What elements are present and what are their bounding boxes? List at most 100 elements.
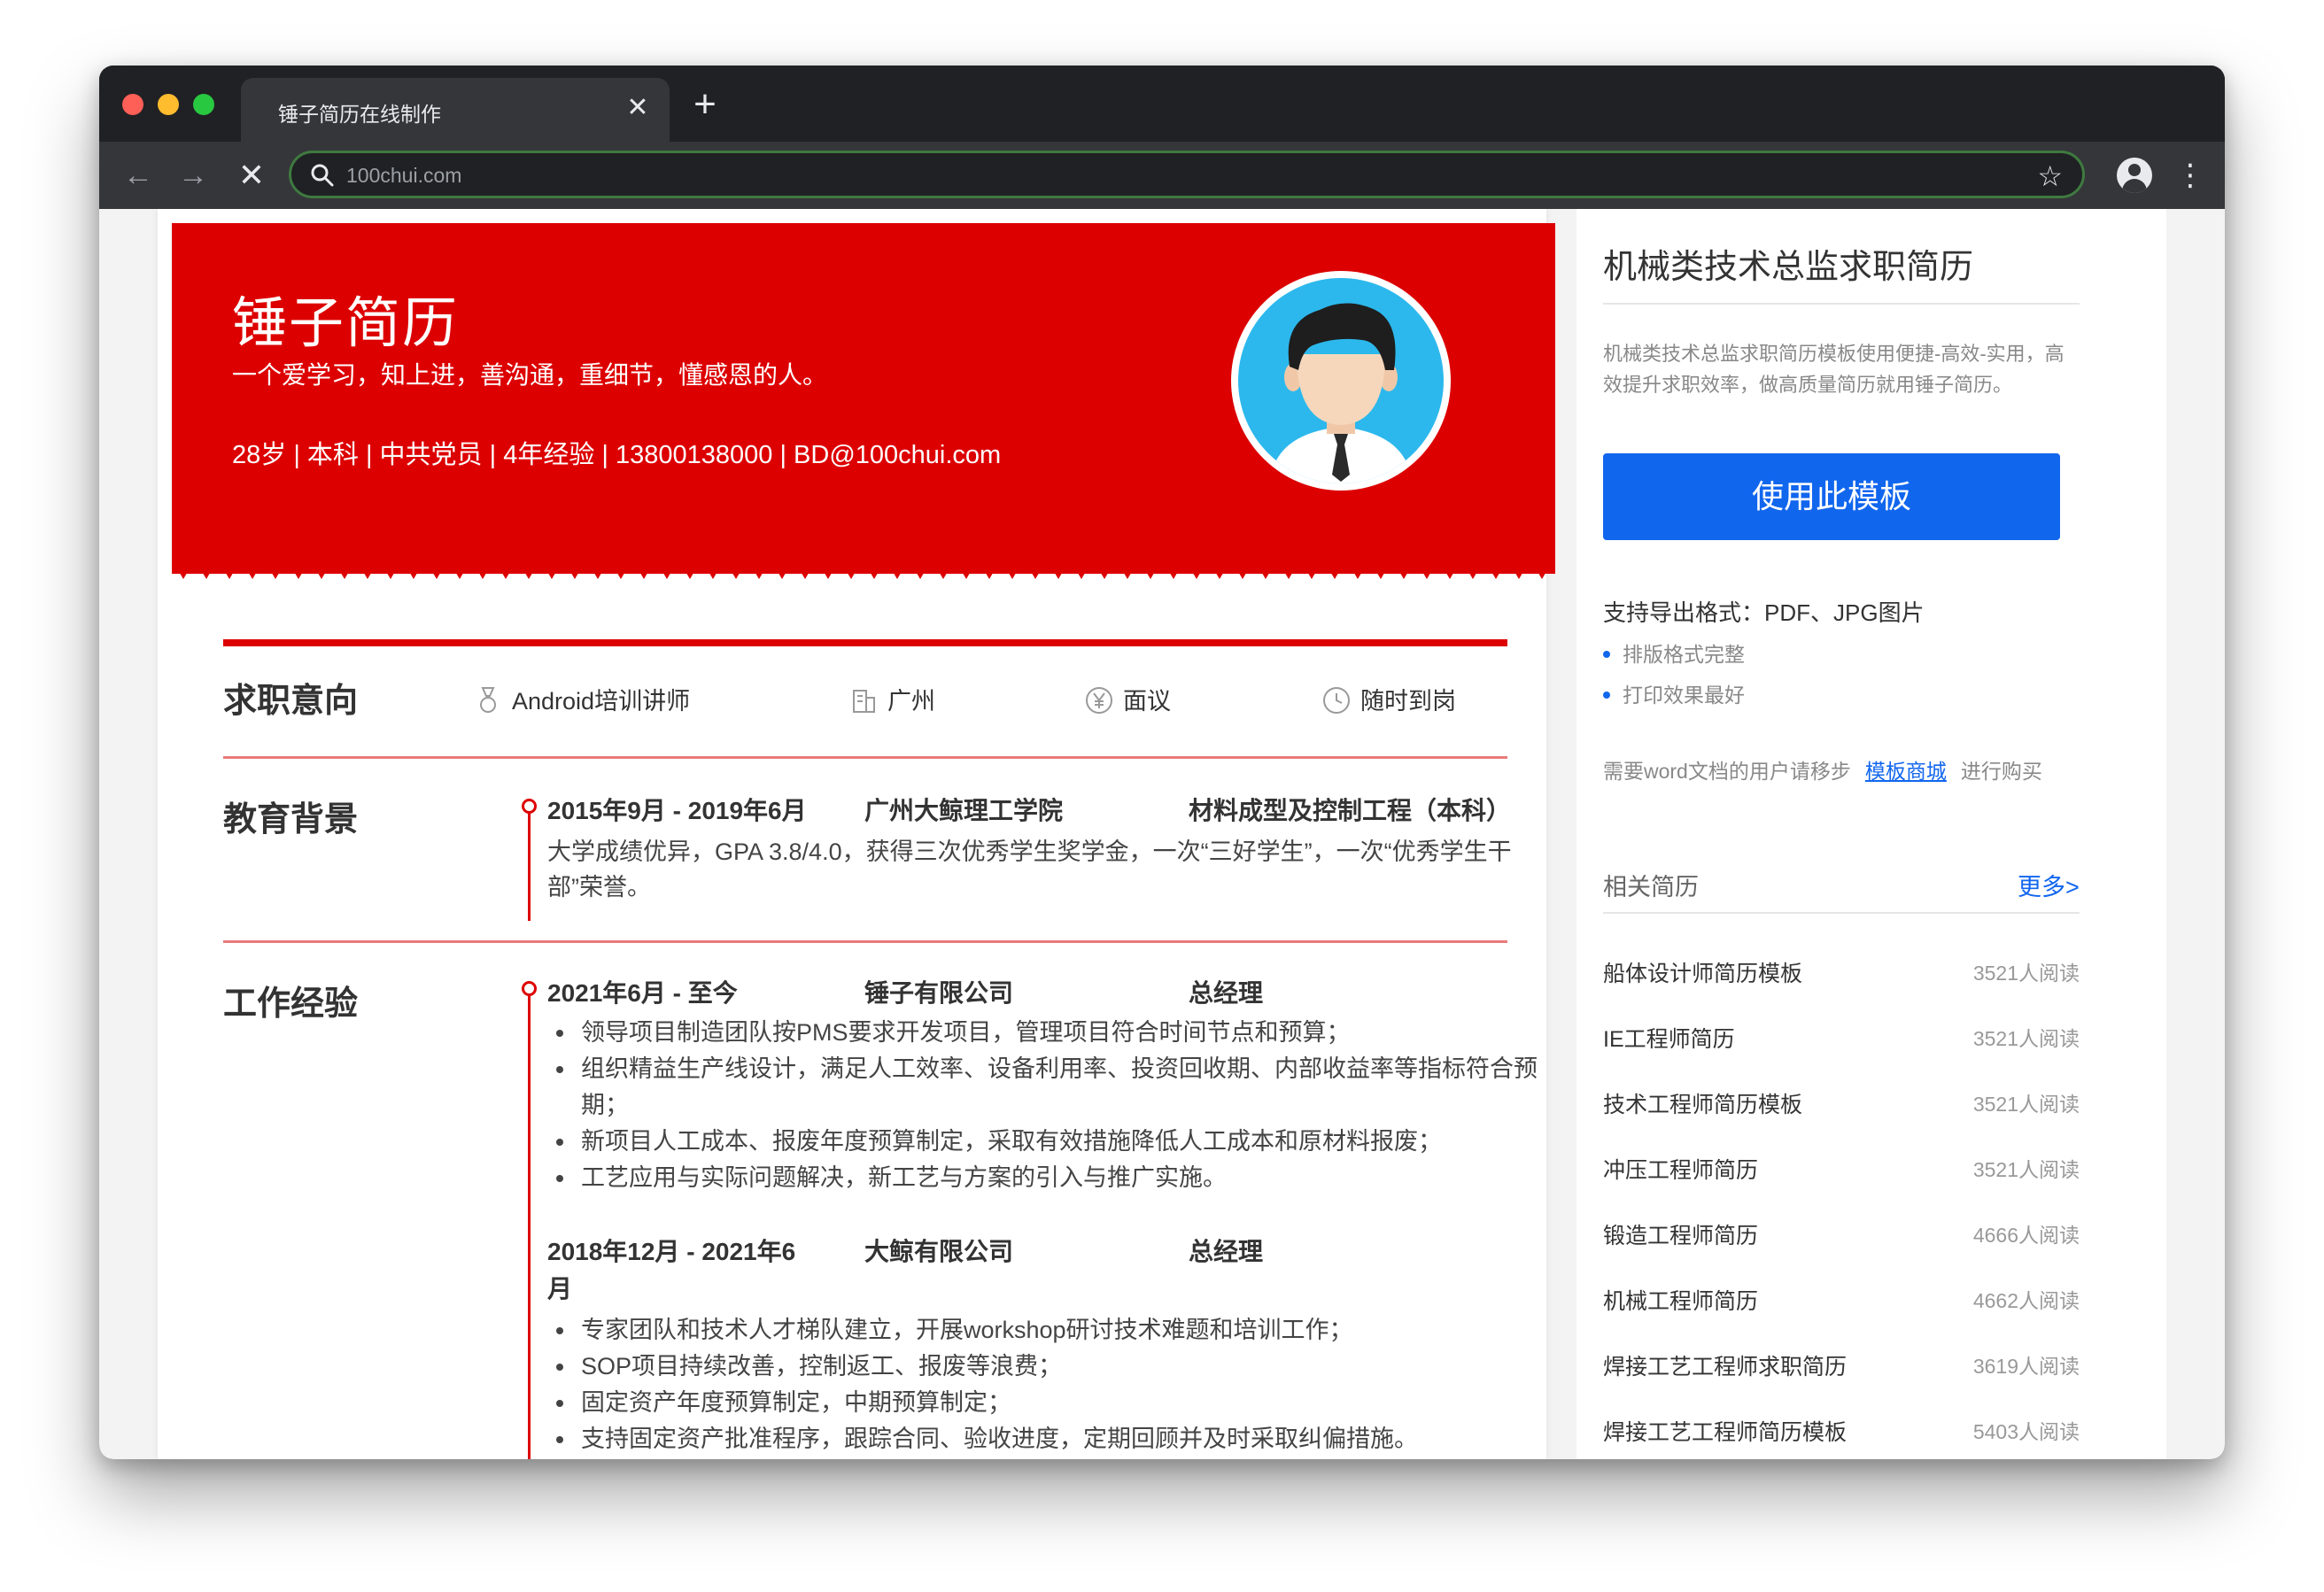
header-zigzag-edge	[172, 560, 1555, 579]
forward-arrow-icon[interactable]: →	[172, 154, 214, 197]
intent-city-text: 广州	[887, 688, 935, 715]
back-arrow-icon[interactable]: ←	[117, 154, 159, 197]
job-1-period: 2021年6月 - 至今	[547, 979, 738, 1007]
read-count: 3619人阅读	[1972, 1355, 2080, 1378]
sidebar-divider	[1603, 912, 2080, 914]
read-count: 5403人阅读	[1972, 1420, 2080, 1443]
profile-avatar-icon[interactable]	[2117, 158, 2152, 193]
template-description: 机械类技术总监求职简历模板使用便捷-高效-实用，高效提升求职效率，做高质量简历就…	[1603, 343, 2064, 396]
tab-title: 锤子简历在线制作	[278, 103, 441, 126]
stop-loading-icon[interactable]: ✕	[230, 154, 273, 197]
related-resume-name[interactable]: 焊接工艺工程师简历模板	[1603, 1415, 1847, 1447]
related-title: 相关简历	[1603, 874, 1699, 900]
intent-position: Android培训讲师	[473, 682, 690, 716]
close-window-button[interactable]	[122, 94, 143, 115]
tab-strip: 锤子简历在线制作 ✕ +	[99, 66, 2225, 142]
intent-salary-text: 面议	[1123, 688, 1171, 715]
address-bar[interactable]: 100chui.com ☆	[289, 151, 2085, 198]
browser-toolbar: ← → ✕ 100chui.com ☆ ⋮	[99, 142, 2225, 209]
resume-name: 锤子简历	[232, 293, 460, 354]
browser-window: 锤子简历在线制作 ✕ + ← → ✕ 100chui.com ☆ ⋮ 锤子简历 …	[99, 66, 2225, 1459]
education-major: 材料成型及控制工程（本科）	[1189, 797, 1512, 824]
list-item: 组织精益生产线设计，满足人工效率、设备利用率、投资回收期、内部收益率等指标符合预…	[547, 1051, 1539, 1124]
job-2-period: 2018年12月 - 2021年6	[547, 1238, 796, 1265]
feature-item: 打印效果最好	[1603, 678, 1745, 708]
timeline-dot	[522, 981, 537, 996]
list-item[interactable]: 机械工程师简历 4662人阅读	[1603, 1284, 2080, 1319]
list-item: 固定资产年度预算制定，中期预算制定；	[547, 1385, 1539, 1421]
tab-close-icon[interactable]: ✕	[622, 92, 654, 124]
maximize-window-button[interactable]	[193, 94, 214, 115]
list-item[interactable]: 船体设计师简历模板 3521人阅读	[1603, 956, 2080, 992]
section-title-intent: 求职意向	[223, 683, 359, 720]
read-count: 3521人阅读	[1972, 1027, 2080, 1050]
url-text: 100chui.com	[346, 164, 462, 187]
timeline-dot	[522, 799, 537, 814]
education-timeline	[528, 804, 531, 921]
job-2-duties: 专家团队和技术人才梯队建立，开展workshop研讨技术难题和培训工作； SOP…	[547, 1312, 1539, 1457]
intent-city: 广州	[848, 682, 935, 716]
related-resume-name[interactable]: 机械工程师简历	[1603, 1284, 1758, 1316]
section-divider	[223, 940, 1507, 943]
job-2-role: 总经理	[1189, 1238, 1264, 1265]
list-item: 工艺应用与实际问题解决，新工艺与方案的引入与推广实施。	[547, 1160, 1539, 1196]
education-school: 广州大鲸理工学院	[864, 797, 1064, 824]
related-resume-name[interactable]: 冲压工程师简历	[1603, 1153, 1758, 1185]
minimize-window-button[interactable]	[158, 94, 179, 115]
related-resume-name[interactable]: 锻造工程师简历	[1603, 1218, 1758, 1250]
template-title: 机械类技术总监求职简历	[1603, 249, 1974, 286]
education-description: 大学成绩优异，GPA 3.8/4.0，获得三次优秀学生奖学金，一次“三好学生”，…	[547, 839, 1512, 900]
resume-motto: 一个爱学习，知上进，善沟通，重细节，懂感恩的人。	[232, 361, 828, 389]
list-item[interactable]: 冲压工程师简历 3521人阅读	[1603, 1153, 2080, 1188]
word-note: 需要word文档的用户请移步 模板商城 进行购买	[1603, 754, 2042, 784]
resume-header: 锤子简历 一个爱学习，知上进，善沟通，重细节，懂感恩的人。 28岁 | 本科 |…	[172, 223, 1555, 574]
intent-position-text: Android培训讲师	[512, 688, 691, 715]
read-count: 4662人阅读	[1972, 1289, 2080, 1312]
list-item: 新项目人工成本、报废年度预算制定，采取有效措施降低人工成本和原材料报废；	[547, 1124, 1539, 1160]
avatar-illustration-icon	[1238, 278, 1444, 483]
new-tab-button[interactable]: +	[684, 83, 726, 126]
read-count: 3521人阅读	[1972, 962, 2080, 985]
job-1-company: 锤子有限公司	[864, 979, 1014, 1007]
work-timeline	[528, 986, 531, 1459]
list-item[interactable]: 焊接工艺工程师简历模板 5403人阅读	[1603, 1415, 2080, 1450]
use-template-button[interactable]: 使用此模板	[1603, 453, 2060, 540]
list-item[interactable]: IE工程师简历 3521人阅读	[1603, 1022, 2080, 1057]
more-link[interactable]: 更多>	[2018, 868, 2080, 902]
job-1-duties: 领导项目制造团队按PMS要求开发项目，管理项目符合时间节点和预算； 组织精益生产…	[547, 1015, 1539, 1196]
feature-item: 排版格式完整	[1603, 638, 1745, 668]
clock-icon	[1323, 687, 1350, 714]
yuan-coin-icon	[1086, 687, 1112, 714]
related-resume-name[interactable]: 船体设计师简历模板	[1603, 956, 1802, 988]
more-menu-icon[interactable]: ⋮	[2175, 154, 2205, 197]
list-item[interactable]: 焊接工艺工程师求职简历 3619人阅读	[1603, 1349, 2080, 1385]
word-note-suffix: 进行购买	[1960, 760, 2042, 783]
list-item[interactable]: 锻造工程师简历 4666人阅读	[1603, 1218, 2080, 1254]
resume-basic-info: 28岁 | 本科 | 中共党员 | 4年经验 | 13800138000 | B…	[232, 441, 1002, 469]
list-item[interactable]: 技术工程师简历模板 3521人阅读	[1603, 1087, 2080, 1123]
list-item: 支持固定资产批准程序，跟踪合同、验收进度，定期回顾并及时采取纠偏措施。	[547, 1421, 1539, 1457]
avatar	[1231, 271, 1451, 491]
job-2-company: 大鲸有限公司	[864, 1238, 1014, 1265]
section-title-work: 工作经验	[223, 985, 359, 1023]
intent-availability: 随时到岗	[1321, 682, 1456, 716]
active-tab[interactable]: 锤子简历在线制作 ✕	[241, 78, 670, 142]
medal-icon	[480, 687, 496, 713]
template-sidebar: 机械类技术总监求职简历 机械类技术总监求职简历模板使用便捷-高效-实用，高效提升…	[1576, 209, 2166, 1459]
related-resume-name[interactable]: 技术工程师简历模板	[1603, 1087, 1802, 1119]
bookmark-star-icon[interactable]: ☆	[2037, 158, 2063, 194]
header-divider	[223, 639, 1507, 646]
resume-preview: 锤子简历 一个爱学习，知上进，善沟通，重细节，懂感恩的人。 28岁 | 本科 |…	[158, 209, 1555, 1459]
related-resume-name[interactable]: IE工程师简历	[1603, 1022, 1735, 1054]
list-item: 专家团队和技术人才梯队建立，开展workshop研讨技术难题和培训工作；	[547, 1312, 1539, 1349]
template-store-link[interactable]: 模板商城	[1865, 760, 1947, 783]
sidebar-divider	[1603, 303, 2080, 305]
list-item: 领导项目制造团队按PMS要求开发项目，管理项目符合时间节点和预算；	[547, 1015, 1539, 1051]
building-icon	[853, 690, 875, 713]
section-divider	[223, 756, 1507, 759]
read-count: 4666人阅读	[1972, 1224, 2080, 1247]
related-resume-name[interactable]: 焊接工艺工程师求职简历	[1603, 1349, 1847, 1381]
intent-salary: 面议	[1084, 682, 1171, 716]
intent-availability-text: 随时到岗	[1360, 688, 1456, 715]
education-period: 2015年9月 - 2019年6月	[547, 797, 807, 824]
